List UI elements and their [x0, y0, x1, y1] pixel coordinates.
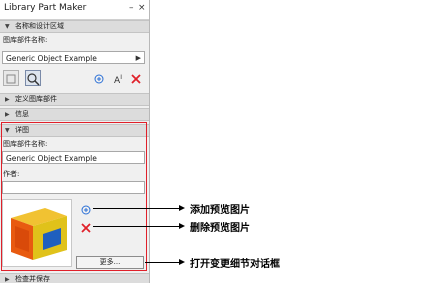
part-name-label: 图库部件名称: — [3, 36, 48, 44]
chevron-down-icon: ▼ — [5, 127, 10, 134]
frame-tool-button[interactable] — [3, 70, 19, 86]
close-red-icon — [81, 223, 91, 233]
delete-button[interactable] — [129, 70, 145, 86]
section-header-info[interactable]: ▶ 信息 — [0, 108, 149, 121]
close-icon[interactable]: × — [138, 3, 146, 13]
arrow-right-icon — [179, 205, 185, 211]
section-label: 详图 — [15, 126, 29, 134]
delete-preview-button[interactable] — [80, 222, 92, 237]
callout-line — [93, 208, 179, 209]
add-circle-icon — [81, 205, 91, 215]
window-title: Library Part Maker — [4, 3, 87, 13]
chevron-right-icon: ▶ — [5, 96, 10, 103]
chevron-right-icon: ▶ — [135, 54, 141, 62]
author-input[interactable] — [2, 181, 145, 194]
part-name-value: Generic Object Example — [6, 54, 97, 63]
magnify-icon — [27, 73, 40, 86]
close-red-icon — [131, 74, 141, 84]
library-part-maker-panel: Library Part Maker – × ▼ 名称和设计区域 图库部件名称:… — [0, 0, 150, 283]
title-bar: Library Part Maker – × — [0, 0, 149, 20]
zoom-tool-button[interactable] — [25, 70, 41, 86]
add-icon-button[interactable] — [92, 70, 108, 86]
more-button[interactable]: 更多... — [76, 256, 144, 269]
chevron-right-icon: ▶ — [5, 111, 10, 118]
detail-part-name-value: Generic Object Example — [6, 154, 97, 163]
part-name-select[interactable]: Generic Object Example ▶ — [2, 51, 145, 64]
frame-icon — [6, 74, 16, 84]
font-size-icon: AI — [114, 74, 122, 86]
section-header-check[interactable]: ▶ 检查并保存 — [0, 273, 149, 283]
author-label: 作者: — [3, 170, 20, 178]
detail-part-name-input[interactable]: Generic Object Example — [2, 151, 145, 164]
section-label: 定义图库部件 — [15, 95, 57, 103]
section-label: 名称和设计区域 — [15, 22, 64, 30]
callout-add-preview: 添加预览图片 — [190, 205, 250, 216]
callout-line — [93, 226, 179, 227]
callout-line — [145, 262, 179, 263]
section-header-name-area[interactable]: ▼ 名称和设计区域 — [0, 20, 149, 33]
arrow-right-icon — [179, 223, 185, 229]
minimize-icon[interactable]: – — [129, 3, 134, 13]
chevron-down-icon: ▼ — [5, 23, 10, 30]
add-preview-button[interactable] — [80, 204, 92, 219]
section-header-detail[interactable]: ▼ 详图 — [0, 124, 149, 137]
section-header-define[interactable]: ▶ 定义图库部件 — [0, 93, 149, 106]
preview-image — [2, 199, 72, 267]
chevron-right-icon: ▶ — [5, 276, 10, 283]
arrow-right-icon — [179, 259, 185, 265]
preview-object-illustration — [11, 208, 67, 260]
add-circle-icon — [94, 74, 104, 84]
callout-delete-preview: 删除预览图片 — [190, 223, 250, 234]
section-label: 检查并保存 — [15, 275, 50, 283]
callout-open-details: 打开变更细节对话框 — [190, 259, 280, 270]
detail-part-name-label: 图库部件名称: — [3, 140, 48, 148]
section-label: 信息 — [15, 110, 29, 118]
text-size-button[interactable]: AI — [110, 70, 126, 86]
